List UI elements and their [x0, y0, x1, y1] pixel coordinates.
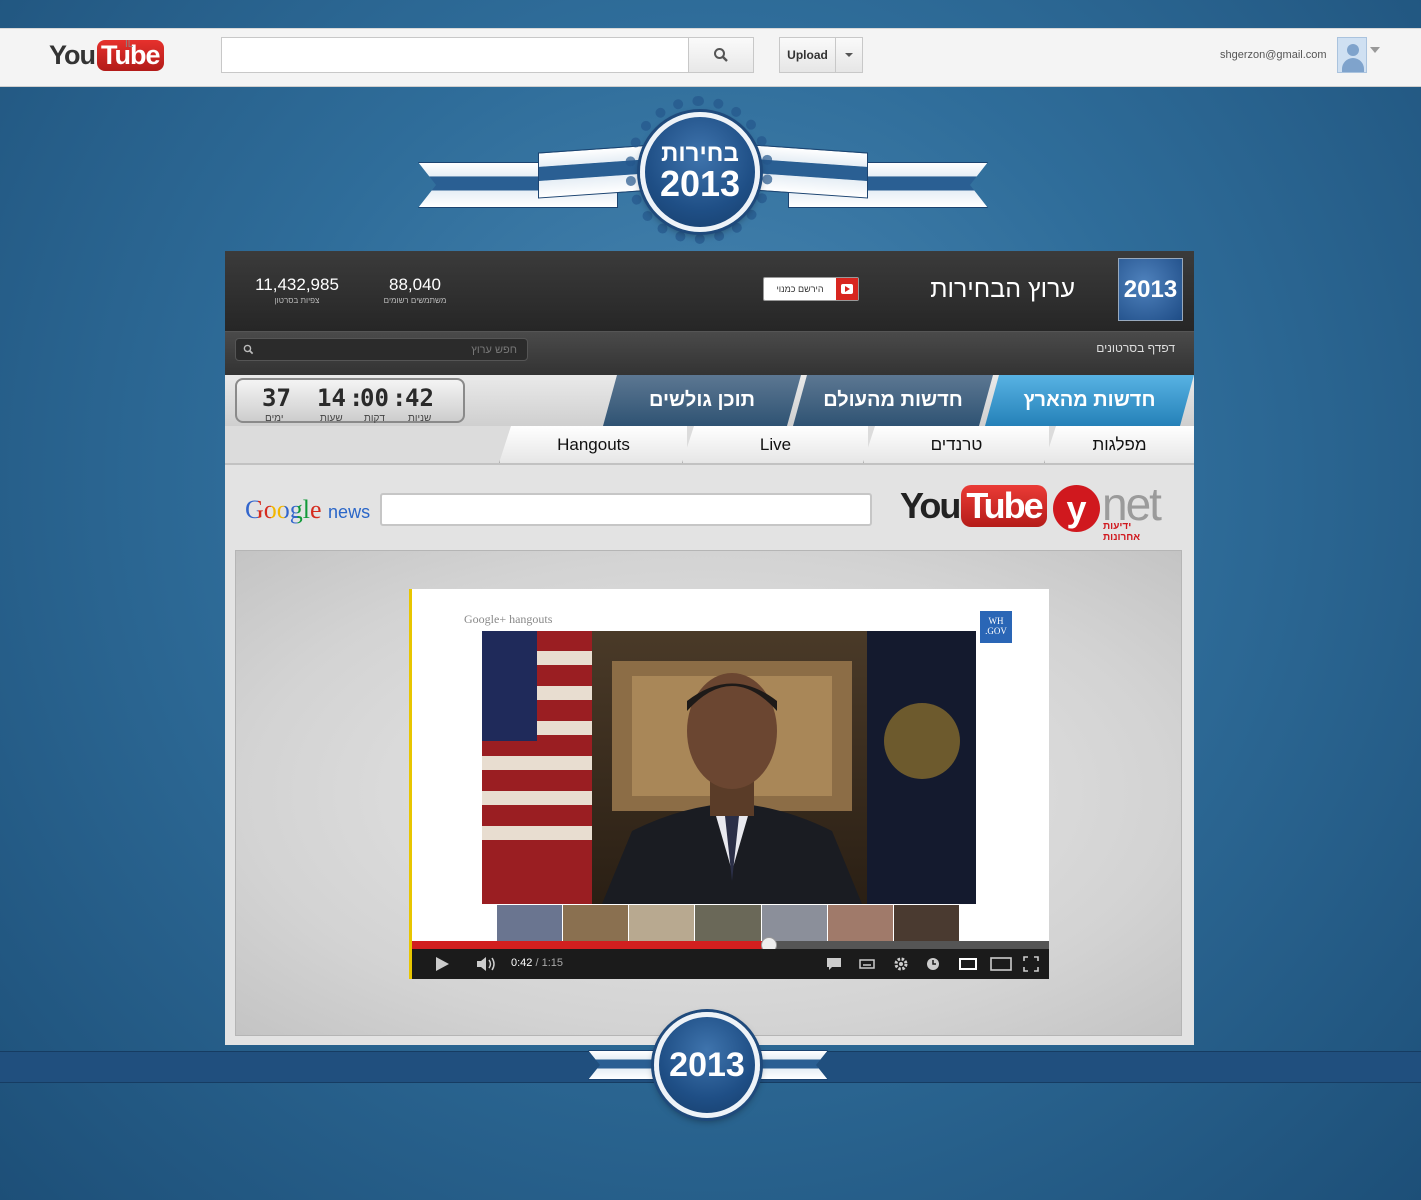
subtab-live[interactable]: Live	[682, 426, 868, 463]
volume-icon[interactable]	[476, 956, 498, 972]
channel-panel: 11,432,985 צפיות בסרטון 88,040 משתמשים ר…	[225, 251, 1194, 1045]
channel-search-bar: חפש ערוץ דפדף בסרטונים	[225, 331, 1194, 375]
emblem-year: 2013	[659, 163, 741, 204]
whgov-badge: WH .GOV	[980, 611, 1012, 643]
google-logo-text: Google	[245, 495, 322, 524]
stat-subscribers-label: משתמשים רשומים	[383, 296, 447, 305]
avatar[interactable]	[1337, 37, 1367, 73]
account-menu-chevron-icon[interactable]	[1370, 47, 1380, 53]
countdown-seconds-label: שניות	[408, 413, 432, 424]
channel-header: 11,432,985 צפיות בסרטון 88,040 משתמשים ר…	[225, 251, 1194, 331]
stat-views-value: 11,432,985	[255, 275, 339, 294]
captions-icon[interactable]	[826, 957, 842, 971]
ynet-y: y	[1053, 485, 1100, 532]
youtube-source-you: You	[900, 485, 961, 526]
subtab-hangouts[interactable]: Hangouts	[499, 426, 687, 463]
countdown-minutes-label: דקות	[364, 413, 385, 424]
search-icon	[714, 48, 728, 62]
video-frame[interactable]	[482, 631, 976, 904]
bottom-medal: 2013	[654, 1012, 760, 1118]
stat-subscribers-value: 88,040	[389, 275, 441, 294]
play-icon[interactable]	[434, 956, 450, 972]
participant-thumbnail[interactable]	[563, 905, 629, 941]
subscribe-button[interactable]: הירשם כמנוי	[763, 277, 859, 301]
youtube-topbar: You Tube IL Upload shgerzon@gmail.com	[0, 28, 1421, 87]
upload-menu-button[interactable]	[835, 37, 863, 73]
subtab-parties[interactable]: מפלגות	[1044, 426, 1194, 463]
hangouts-branding: Google+ hangouts	[464, 612, 553, 626]
participant-thumbnail[interactable]	[695, 905, 761, 941]
chevron-down-icon	[845, 53, 853, 57]
google-news-logo[interactable]: Google news	[245, 495, 370, 525]
browse-videos-link[interactable]: דפדף בסרטונים	[1075, 341, 1175, 355]
current-time: 0:42	[511, 957, 533, 969]
large-player-icon[interactable]	[990, 957, 1012, 971]
countdown-seconds: 42	[405, 384, 434, 412]
watch-later-icon[interactable]	[926, 957, 940, 971]
video-picture	[482, 631, 976, 904]
duration: 1:15	[541, 957, 564, 969]
channel-title: ערוץ הבחירות	[930, 275, 1075, 303]
countdown-days-label: ימים	[265, 413, 284, 424]
time-display: 0:42 / 1:15	[511, 957, 564, 969]
participant-thumbnail[interactable]	[629, 905, 695, 941]
avatar-icon	[1347, 44, 1359, 56]
region-code: IL	[125, 39, 134, 50]
hangout-participants	[497, 905, 960, 941]
ynet-tagline: ידיעות אחרונות	[1103, 521, 1141, 543]
bottom-emblem-year: 2013	[669, 1045, 745, 1084]
countdown-hours: 14	[317, 384, 346, 412]
countdown-days: 37	[262, 384, 291, 412]
search-button[interactable]	[688, 37, 754, 73]
search-input[interactable]	[221, 37, 689, 73]
subtab-trends[interactable]: טרנדים	[863, 426, 1049, 463]
player-controls: 0:42 / 1:15	[412, 949, 1049, 979]
elections-emblem: בחירות 2013	[418, 92, 988, 252]
small-player-icon[interactable]	[959, 958, 977, 970]
search-icon	[236, 339, 260, 360]
fullscreen-icon[interactable]	[1023, 956, 1039, 972]
countdown-minutes: 00	[360, 384, 389, 412]
bottom-emblem: 2013	[588, 1008, 828, 1123]
channel-thumbnail[interactable]: 2013	[1118, 258, 1183, 321]
upload-button[interactable]: Upload	[779, 37, 836, 73]
video-player[interactable]: Google+ hangouts WH .GOV 0:42 / 1:15	[409, 589, 1049, 979]
participant-thumbnail[interactable]	[893, 905, 959, 941]
video-well: Google+ hangouts WH .GOV 0:42 / 1:15	[235, 550, 1182, 1036]
participant-thumbnail[interactable]	[827, 905, 893, 941]
settings-icon[interactable]	[892, 955, 910, 973]
youtube-source-tube: Tube	[961, 485, 1047, 527]
sub-tabs: Hangouts Live טרנדים מפלגות	[225, 426, 1194, 465]
news-logo-text: news	[328, 502, 371, 522]
countdown-hours-label: שעות	[320, 413, 343, 424]
tab-user-content[interactable]: תוכן גולשים	[603, 375, 801, 426]
participant-thumbnail[interactable]	[497, 905, 563, 941]
stat-views-label: צפיות בסרטון	[274, 296, 320, 305]
participant-thumbnail[interactable]	[761, 905, 827, 941]
stat-views: 11,432,985 צפיות בסרטון	[249, 275, 345, 305]
main-tabs: 37 14 : 00 : 42 ימים שעות דקות שניות תוכ…	[225, 375, 1194, 426]
news-search-input[interactable]	[380, 493, 872, 526]
channel-search-input[interactable]: חפש ערוץ	[235, 338, 528, 361]
election-countdown: 37 14 : 00 : 42 ימים שעות דקות שניות	[235, 378, 465, 424]
progress-fill	[412, 941, 769, 949]
elections-medal: בחירות 2013	[640, 112, 760, 232]
news-sources: Google news You Tube y net ידיעות אחרונו…	[225, 465, 1194, 547]
youtube-play-icon	[836, 278, 858, 300]
tab-world-news[interactable]: חדשות מהעולם	[793, 375, 993, 426]
progress-bar[interactable]	[412, 937, 1049, 953]
channel-search-placeholder: חפש ערוץ	[471, 343, 517, 356]
stat-subscribers: 88,040 משתמשים רשומים	[375, 275, 455, 305]
youtube-source-logo[interactable]: You Tube	[900, 485, 1047, 527]
tab-local-news[interactable]: חדשות מהארץ	[985, 375, 1194, 426]
youtube-logo-you: You	[49, 39, 96, 70]
subtitles-icon[interactable]	[859, 958, 875, 970]
youtube-logo[interactable]: You Tube	[49, 37, 164, 73]
ynet-logo[interactable]: y net ידיעות אחרונות	[1051, 478, 1171, 543]
account-email[interactable]: shgerzon@gmail.com	[1220, 49, 1327, 61]
subscribe-label: הירשם כמנוי	[776, 284, 824, 294]
